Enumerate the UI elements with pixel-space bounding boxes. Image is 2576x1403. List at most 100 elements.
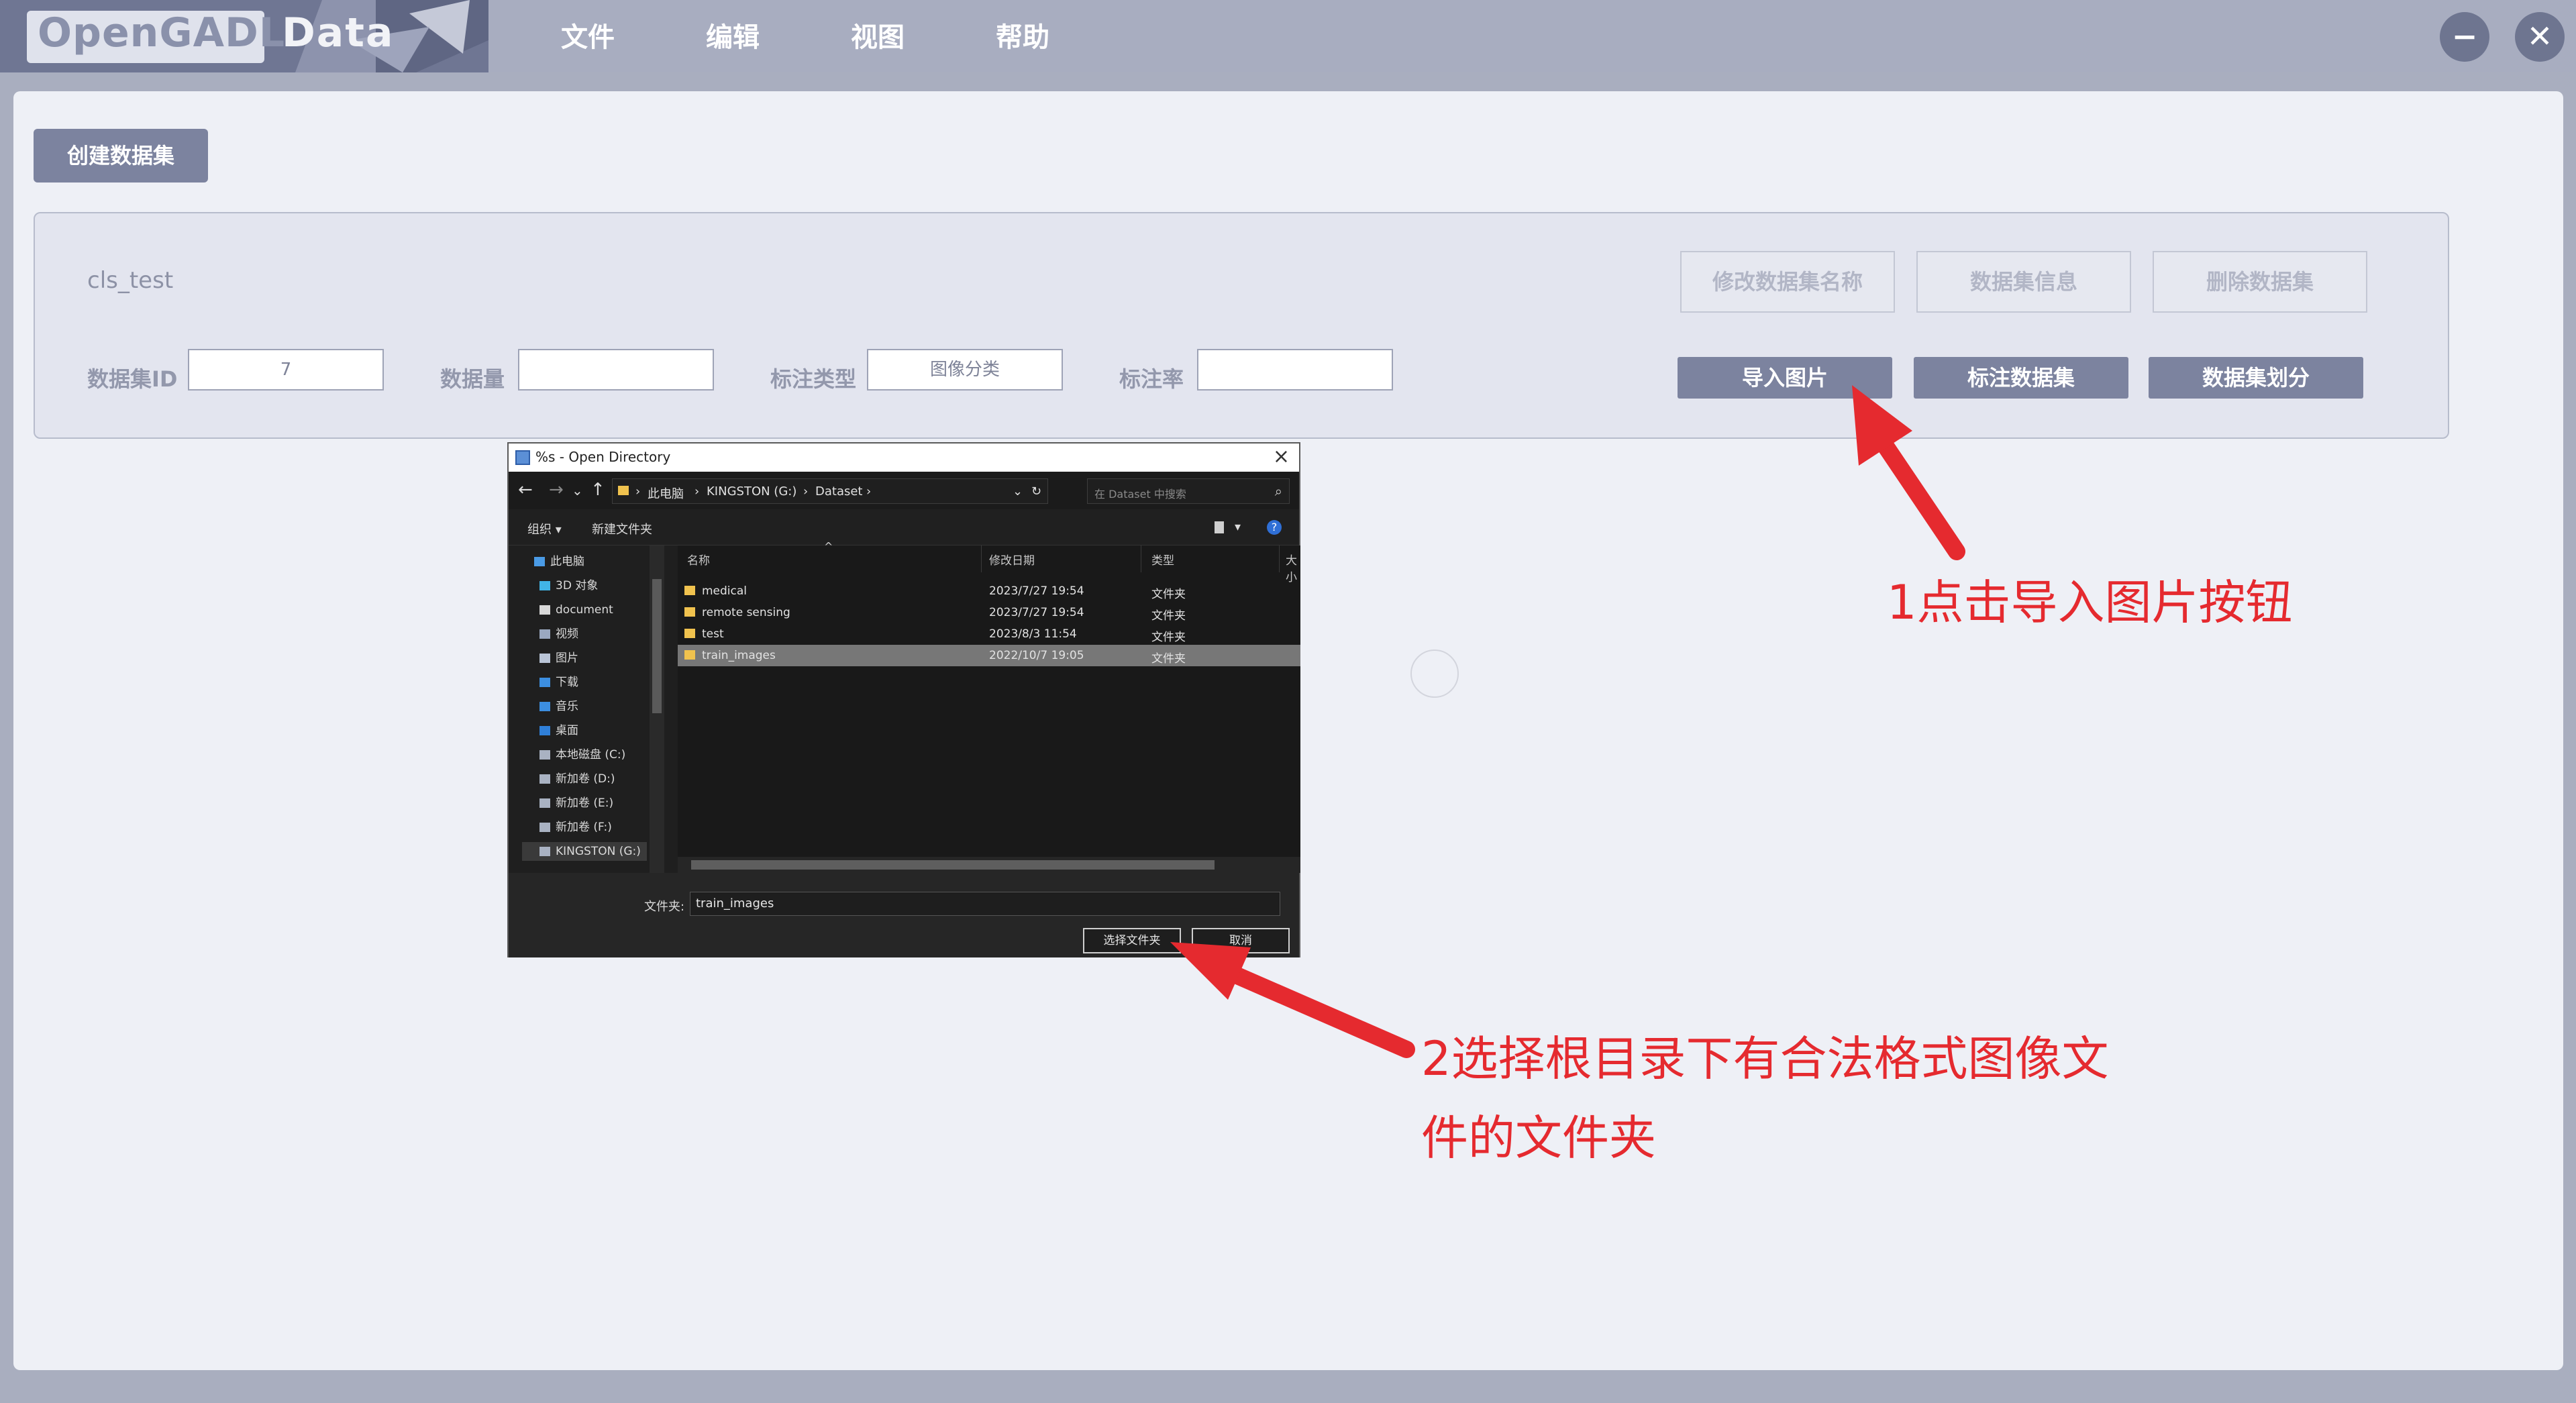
app-icon: [515, 450, 530, 465]
folder-icon: [684, 629, 695, 638]
menu-help[interactable]: 帮助: [996, 17, 1049, 58]
dialog-title: %s - Open Directory: [535, 449, 671, 465]
address-bar[interactable]: › 此电脑 › KINGSTON (G:) › Dataset › ⌄ ↻: [612, 478, 1048, 504]
annotation-type-label: 标注类型: [770, 366, 857, 392]
search-icon: ⌕: [1274, 483, 1282, 499]
file-row[interactable]: medical 2023/7/27 19:54 文件夹: [678, 580, 1300, 602]
select-folder-button[interactable]: 选择文件夹: [1083, 928, 1181, 953]
rename-dataset-button[interactable]: 修改数据集名称: [1680, 251, 1895, 313]
file-row[interactable]: test 2023/8/3 11:54 文件夹: [678, 623, 1300, 645]
nav-item-3d-objects[interactable]: 3D 对象: [539, 576, 598, 595]
nav-item-desktop[interactable]: 桌面: [539, 721, 578, 740]
breadcrumb-dataset[interactable]: Dataset: [815, 484, 863, 499]
nav-item-drive-c[interactable]: 本地磁盘 (C:): [539, 745, 625, 764]
refresh-icon[interactable]: ↻: [1031, 484, 1041, 499]
download-icon: [539, 678, 550, 687]
usb-drive-icon: [539, 847, 550, 856]
nav-item-downloads[interactable]: 下载: [539, 673, 578, 692]
drive-icon: [539, 823, 550, 832]
up-arrow-icon[interactable]: ↑: [590, 480, 605, 500]
nav-item-drive-f[interactable]: 新加卷 (F:): [539, 818, 612, 837]
file-row-selected[interactable]: train_images 2022/10/7 19:05 文件夹: [678, 645, 1300, 666]
help-icon[interactable]: ?: [1267, 520, 1282, 535]
nav-scrollbar[interactable]: [650, 545, 664, 873]
new-folder-button[interactable]: 新建文件夹: [592, 520, 652, 537]
drive-icon: [539, 798, 550, 808]
navigation-pane: 此电脑 3D 对象 document 视频 图片 下载 音乐 桌面 本地磁盘 (…: [509, 545, 667, 873]
view-mode-icon[interactable]: [1215, 521, 1224, 533]
view-options-chevron-icon[interactable]: ▾: [1235, 520, 1241, 534]
film-icon: [539, 629, 550, 639]
folder-icon: [684, 607, 695, 617]
breadcrumb-this-pc[interactable]: 此电脑: [648, 484, 684, 502]
dialog-footer: 文件夹: train_images 选择文件夹 取消: [509, 873, 1299, 957]
folder-icon: [684, 586, 695, 595]
annotation-rate-field[interactable]: [1197, 349, 1393, 391]
split-dataset-button[interactable]: 数据集划分: [2149, 357, 2363, 399]
picture-icon: [539, 654, 550, 663]
delete-dataset-button[interactable]: 删除数据集: [2153, 251, 2367, 313]
open-directory-dialog: %s - Open Directory × ← → ⌄ ↑ › 此电脑 › KI…: [507, 442, 1300, 957]
nav-scrollbar-thumb[interactable]: [652, 579, 662, 713]
cancel-button[interactable]: 取消: [1192, 928, 1290, 953]
back-arrow-icon[interactable]: ←: [518, 480, 533, 500]
menu-edit[interactable]: 编辑: [706, 17, 760, 58]
drive-icon: [539, 750, 550, 760]
nav-item-document[interactable]: document: [539, 601, 613, 619]
logo-block: OpenGADL Data: [0, 0, 488, 72]
logo-text: OpenGADL: [38, 9, 286, 56]
address-dropdown-icon[interactable]: ⌄: [1013, 484, 1023, 499]
menu-file[interactable]: 文件: [561, 17, 615, 58]
folder-icon: [684, 650, 695, 660]
document-icon: [539, 605, 550, 615]
file-list: 名称 ^ 修改日期 类型 大小 medical 2023/7/27 19:54 …: [678, 540, 1300, 873]
annotate-dataset-button[interactable]: 标注数据集: [1914, 357, 2128, 399]
nav-item-drive-d[interactable]: 新加卷 (D:): [539, 770, 615, 788]
column-type[interactable]: 类型: [1151, 551, 1174, 568]
minimize-button[interactable]: −: [2440, 12, 2489, 62]
data-count-field[interactable]: [518, 349, 714, 391]
data-count-label: 数据量: [440, 366, 505, 392]
recent-chevron-icon[interactable]: ⌄: [572, 482, 583, 499]
music-note-icon: [539, 702, 550, 711]
annotation-step1: 1点击导入图片按钮: [1887, 575, 2293, 630]
dataset-id-field[interactable]: 7: [188, 349, 384, 391]
annotation-type-field[interactable]: 图像分类: [867, 349, 1063, 391]
logo-subtext: Data: [282, 9, 395, 56]
organize-menu[interactable]: 组织 ▾: [527, 520, 562, 537]
import-images-button[interactable]: 导入图片: [1678, 357, 1892, 399]
nav-item-drive-g[interactable]: KINGSTON (G:): [522, 842, 647, 861]
dialog-title-bar: %s - Open Directory ×: [509, 444, 1299, 472]
menu-view[interactable]: 视图: [851, 17, 905, 58]
horizontal-scrollbar[interactable]: [678, 857, 1300, 873]
dialog-toolbar: 组织 ▾ 新建文件夹 ▾ ?: [509, 509, 1299, 545]
loading-spinner: [1410, 649, 1459, 698]
desktop-icon: [539, 726, 550, 735]
nav-item-drive-e[interactable]: 新加卷 (E:): [539, 794, 613, 813]
close-button[interactable]: ✕: [2515, 12, 2565, 62]
column-size[interactable]: 大小: [1286, 551, 1300, 584]
nav-item-this-pc[interactable]: 此电脑: [534, 552, 584, 571]
breadcrumb-drive[interactable]: KINGSTON (G:): [707, 484, 796, 499]
forward-arrow-icon[interactable]: →: [549, 480, 564, 500]
dataset-name: cls_test: [87, 267, 174, 294]
dialog-close-icon[interactable]: ×: [1273, 445, 1290, 468]
computer-icon: [534, 557, 545, 566]
nav-item-music[interactable]: 音乐: [539, 697, 578, 716]
column-date-modified[interactable]: 修改日期: [989, 551, 1035, 568]
file-row[interactable]: remote sensing 2023/7/27 19:54 文件夹: [678, 602, 1300, 623]
nav-item-videos[interactable]: 视频: [539, 625, 578, 643]
sort-caret-icon: ^: [824, 540, 833, 553]
folder-icon: [618, 486, 629, 495]
drive-icon: [539, 774, 550, 784]
folder-label: 文件夹:: [644, 900, 685, 914]
column-name[interactable]: 名称: [687, 551, 710, 568]
horizontal-scrollbar-thumb[interactable]: [691, 860, 1215, 870]
dataset-info-button[interactable]: 数据集信息: [1916, 251, 2131, 313]
dataset-card: cls_test 数据集ID 7 数据量 标注类型 图像分类 标注率 修改数据集…: [34, 212, 2449, 439]
folder-input[interactable]: train_images: [690, 892, 1280, 916]
search-input[interactable]: 在 Dataset 中搜索 ⌕: [1087, 478, 1290, 504]
search-placeholder: 在 Dataset 中搜索: [1094, 488, 1186, 501]
create-dataset-button[interactable]: 创建数据集: [34, 129, 208, 183]
nav-item-pictures[interactable]: 图片: [539, 649, 578, 668]
